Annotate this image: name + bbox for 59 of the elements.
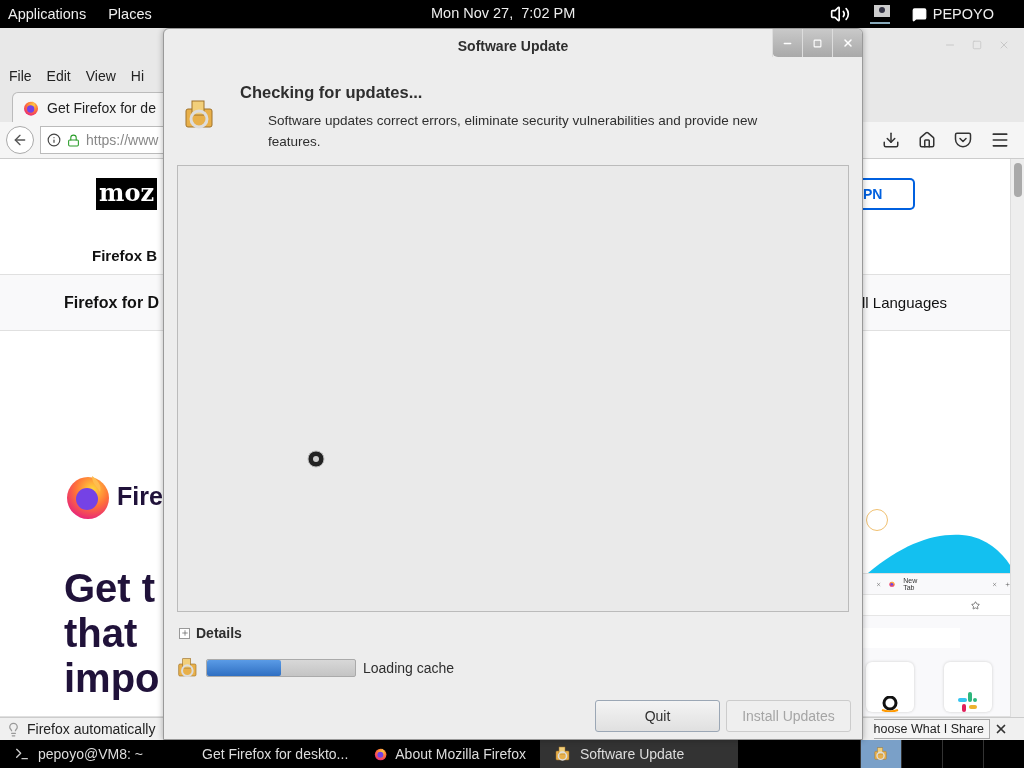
headline: that [64, 611, 139, 656]
back-arrow-icon [12, 132, 28, 148]
menu-icon[interactable] [990, 130, 1010, 150]
top-menu[interactable]: Places [108, 6, 152, 22]
headline: impo [64, 656, 160, 701]
plus-icon [1004, 580, 1010, 588]
home-icon[interactable] [918, 131, 936, 149]
close-icon [991, 580, 997, 588]
dialog-title: Software Update [457, 38, 569, 54]
nav-link[interactable]: Firefox B [92, 247, 157, 264]
dialog-heading: Checking for updates... [240, 83, 424, 102]
download-icon[interactable] [882, 131, 900, 149]
headline: Get t [64, 566, 157, 611]
back-button[interactable] [6, 126, 34, 154]
package-icon [176, 656, 200, 680]
share-settings-button[interactable]: hoose What I Share [873, 719, 990, 739]
top-menu[interactable]: Applications [8, 6, 87, 22]
chat-icon[interactable] [911, 6, 927, 22]
lock-icon[interactable] [67, 133, 80, 147]
site-logo[interactable]: moz [96, 178, 158, 210]
lightbulb-icon [6, 721, 21, 737]
taskbar-item[interactable]: About Mozilla Firefox [360, 740, 540, 768]
package-icon [554, 745, 572, 763]
details-label[interactable]: Details [196, 625, 242, 641]
plus-icon [180, 629, 189, 637]
taskbar-item[interactable]: Software Update [540, 740, 738, 768]
quit-button[interactable]: Quit [595, 700, 720, 732]
close-icon[interactable] [994, 722, 1008, 736]
smile-logo-icon [879, 696, 901, 712]
scrollbar-thumb[interactable] [1013, 163, 1022, 197]
brand-name: Fire [117, 481, 163, 511]
package-icon [873, 746, 889, 762]
spinner-icon [307, 450, 325, 468]
taskbar-item[interactable]: Get Firefox for deskto... [180, 740, 360, 768]
notification-message: Firefox automatically [0, 721, 163, 737]
maximize-icon [813, 38, 822, 48]
terminal-icon [14, 746, 30, 762]
menu-item[interactable]: View [85, 68, 116, 84]
clock[interactable]: Mon Nov 27, 7:02 PM [431, 5, 576, 21]
expander-toggle[interactable] [179, 627, 190, 639]
user-name[interactable]: PEPOYO [932, 6, 994, 22]
close-icon [876, 580, 882, 588]
dialog-description: Software updates correct errors, eliminate security vulnerabilities and provide new features. [268, 112, 759, 151]
menu-item[interactable]: File [9, 68, 32, 84]
info-icon[interactable] [47, 133, 61, 147]
close-icon [841, 37, 854, 49]
subnav-link[interactable]: Firefox for D [64, 294, 160, 312]
menu-item[interactable]: Hi [130, 68, 144, 84]
pocket-icon[interactable] [954, 131, 972, 149]
firefox-logo-icon [23, 99, 39, 116]
firefox-logo-icon [889, 580, 896, 588]
menu-item[interactable]: Edit [46, 68, 71, 84]
volume-icon[interactable] [829, 4, 850, 24]
star-icon [971, 600, 980, 610]
hash-logo-icon [956, 692, 980, 712]
workspace-tile[interactable] [860, 740, 901, 768]
languages-link[interactable]: ll Languages [862, 294, 948, 311]
taskbar-item[interactable]: pepoyo@VM8: ~ [0, 740, 180, 768]
progress-status: Loading cache [363, 660, 455, 676]
